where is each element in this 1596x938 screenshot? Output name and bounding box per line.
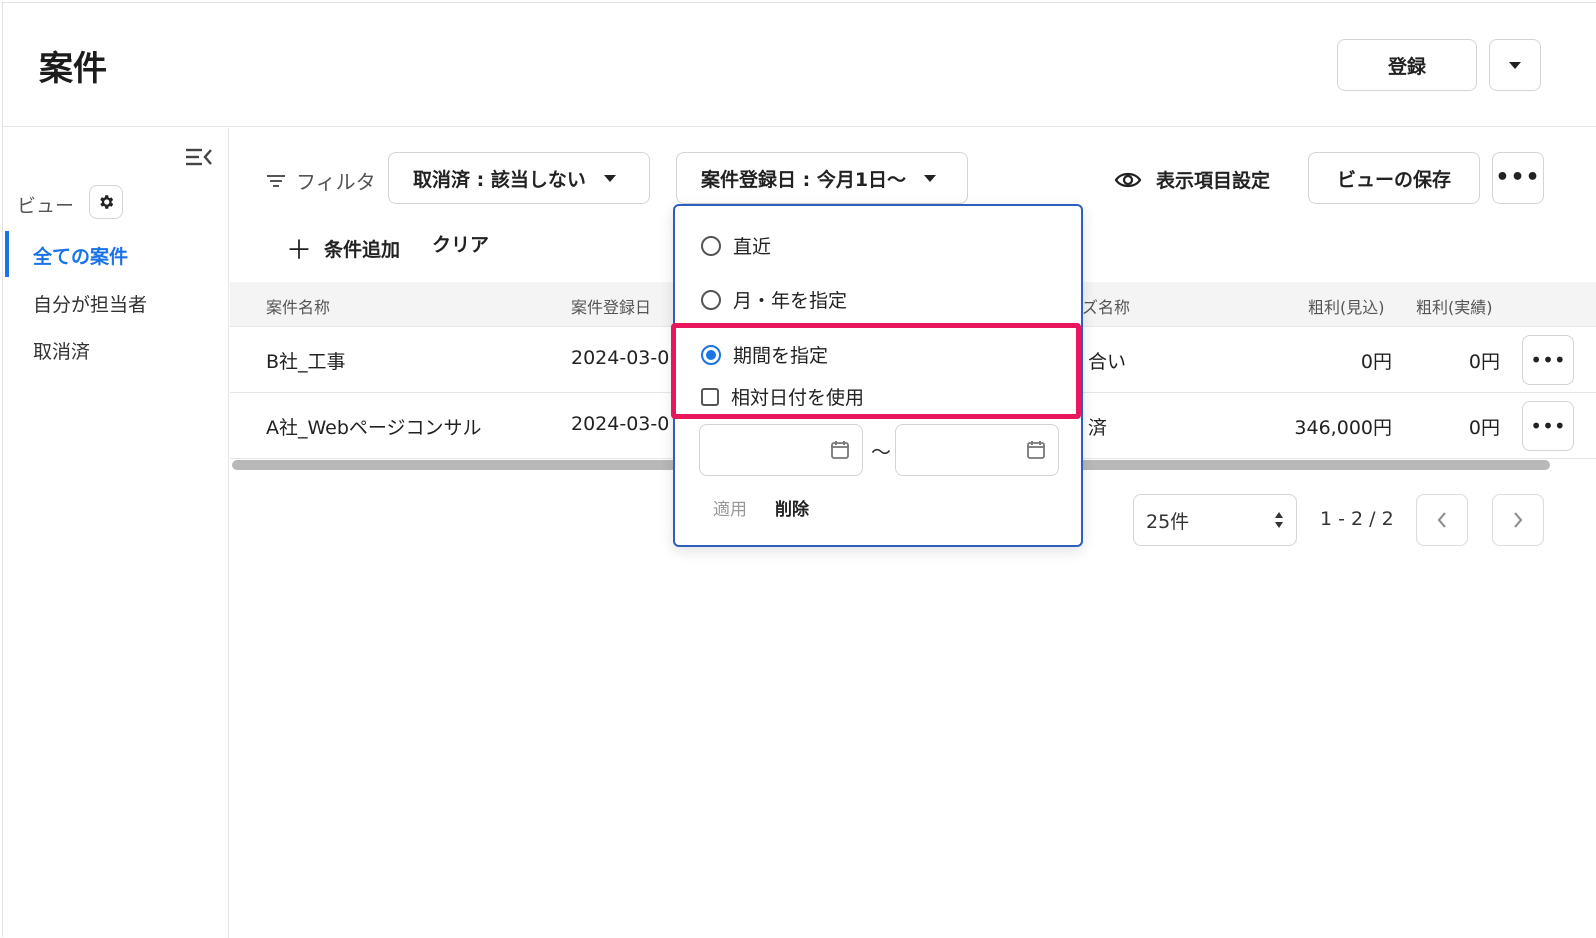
option-period-label: 期間を指定 xyxy=(733,345,829,367)
calendar-icon[interactable] xyxy=(1026,440,1046,460)
cancelled-filter-label: 取消済 : 該当しない xyxy=(413,168,586,191)
display-settings-button[interactable]: 表示項目設定 xyxy=(1114,166,1270,193)
filter-label: フィルタ xyxy=(266,166,376,195)
save-view-button[interactable]: ビューの保存 xyxy=(1308,152,1480,204)
prev-page-button[interactable] xyxy=(1416,494,1468,546)
radio-month-year[interactable] xyxy=(701,289,721,310)
view-settings-button[interactable] xyxy=(89,185,123,219)
row-more-button[interactable]: ••• xyxy=(1522,401,1574,451)
add-condition-button[interactable]: ＋ 条件追加 xyxy=(286,230,400,267)
case-profit-est: 0円 xyxy=(1360,351,1392,373)
chevron-down-icon xyxy=(924,174,937,182)
case-profit-act: 0円 xyxy=(1468,417,1500,439)
date-filter-label: 案件登録日 : 今月1日〜 xyxy=(701,168,907,191)
option-recent-label: 直近 xyxy=(733,236,772,258)
option-recent[interactable]: 直近 xyxy=(701,232,771,259)
case-date: 2024-03-0 xyxy=(571,347,670,369)
app-window: 案件 登録 ビュー 全ての案件 自分が担当者 取消済 フィルタ 取消済: 該当… xyxy=(2,2,1596,938)
page-title: 案件 xyxy=(39,49,107,89)
calendar-icon[interactable] xyxy=(830,440,850,460)
chevron-left-icon xyxy=(1437,512,1446,528)
active-indicator xyxy=(5,231,9,277)
end-date-input[interactable] xyxy=(895,424,1059,476)
filter-label-text: フィルタ xyxy=(296,170,376,194)
clear-button[interactable]: クリア xyxy=(432,230,489,257)
collapse-sidebar-icon[interactable] xyxy=(185,146,213,168)
sidebar-item-my-cases[interactable]: 自分が担当者 xyxy=(33,290,147,317)
eye-icon xyxy=(1114,172,1142,187)
option-month-year-label: 月・年を指定 xyxy=(733,290,848,312)
pagination-range: 1 - 2 / 2 xyxy=(1320,508,1394,530)
option-period[interactable]: 期間を指定 xyxy=(701,341,828,368)
register-button[interactable]: 登録 xyxy=(1337,39,1477,91)
filter-icon xyxy=(267,174,285,187)
per-page-select[interactable]: 25件 xyxy=(1133,494,1297,546)
gear-icon xyxy=(100,195,114,209)
case-date: 2024-03-0 xyxy=(571,413,670,435)
ellipsis-icon: ••• xyxy=(1530,348,1566,372)
apply-button[interactable]: 適用 xyxy=(713,495,747,520)
radio-recent[interactable] xyxy=(701,235,721,256)
ellipsis-icon: ••• xyxy=(1530,414,1566,438)
date-filter-popover: 直近 月・年を指定 期間を指定 相対日付を使用 〜 適用 削除 xyxy=(673,204,1083,547)
relative-date-checkbox[interactable] xyxy=(701,387,719,406)
chevron-right-icon xyxy=(1514,512,1523,528)
case-name[interactable]: B社_工事 xyxy=(266,347,346,374)
column-header-profit-est[interactable]: 粗利(見込) xyxy=(1308,294,1385,318)
cancelled-filter-chip[interactable]: 取消済 : 該当しない xyxy=(388,152,650,204)
relative-date-label: 相対日付を使用 xyxy=(731,387,865,409)
chevron-down-icon xyxy=(1509,61,1521,69)
chevron-down-icon xyxy=(603,174,616,182)
sidebar-item-cancelled[interactable]: 取消済 xyxy=(33,337,90,364)
add-condition-label: 条件追加 xyxy=(324,239,401,261)
case-profit-act: 0円 xyxy=(1468,351,1500,373)
range-separator: 〜 xyxy=(871,440,891,464)
per-page-value: 25件 xyxy=(1146,510,1190,533)
next-page-button[interactable] xyxy=(1492,494,1544,546)
case-name[interactable]: A社_Webページコンサル xyxy=(266,413,482,440)
column-header-profit-act[interactable]: 粗利(実績) xyxy=(1416,294,1493,318)
more-options-button[interactable]: ••• xyxy=(1492,152,1544,204)
case-phase: 合い xyxy=(1088,351,1127,373)
radio-period[interactable] xyxy=(701,344,721,365)
sidebar: ビュー 全ての案件 自分が担当者 取消済 xyxy=(3,128,229,938)
sort-arrows-icon xyxy=(1275,512,1283,528)
delete-button[interactable]: 削除 xyxy=(775,495,809,520)
case-phase: 済 xyxy=(1088,417,1108,439)
start-date-input[interactable] xyxy=(699,424,863,476)
display-settings-label: 表示項目設定 xyxy=(1156,170,1271,192)
register-options-button[interactable] xyxy=(1489,39,1541,91)
case-profit-est: 346,000円 xyxy=(1294,417,1392,439)
plus-icon: ＋ xyxy=(286,236,313,266)
option-month-year[interactable]: 月・年を指定 xyxy=(701,286,847,313)
sidebar-item-all-cases[interactable]: 全ての案件 xyxy=(33,242,128,269)
page-header: 案件 登録 xyxy=(3,3,1596,127)
view-label: ビュー xyxy=(17,195,75,217)
column-header-name[interactable]: 案件名称 xyxy=(266,294,330,318)
ellipsis-icon: ••• xyxy=(1495,165,1541,190)
row-more-button[interactable]: ••• xyxy=(1522,335,1574,385)
date-filter-chip[interactable]: 案件登録日 : 今月1日〜 xyxy=(676,152,968,204)
column-header-date[interactable]: 案件登録日 xyxy=(571,294,651,318)
option-relative-date[interactable]: 相対日付を使用 xyxy=(701,383,864,410)
column-header-phase[interactable]: ズ名称 xyxy=(1082,294,1130,318)
